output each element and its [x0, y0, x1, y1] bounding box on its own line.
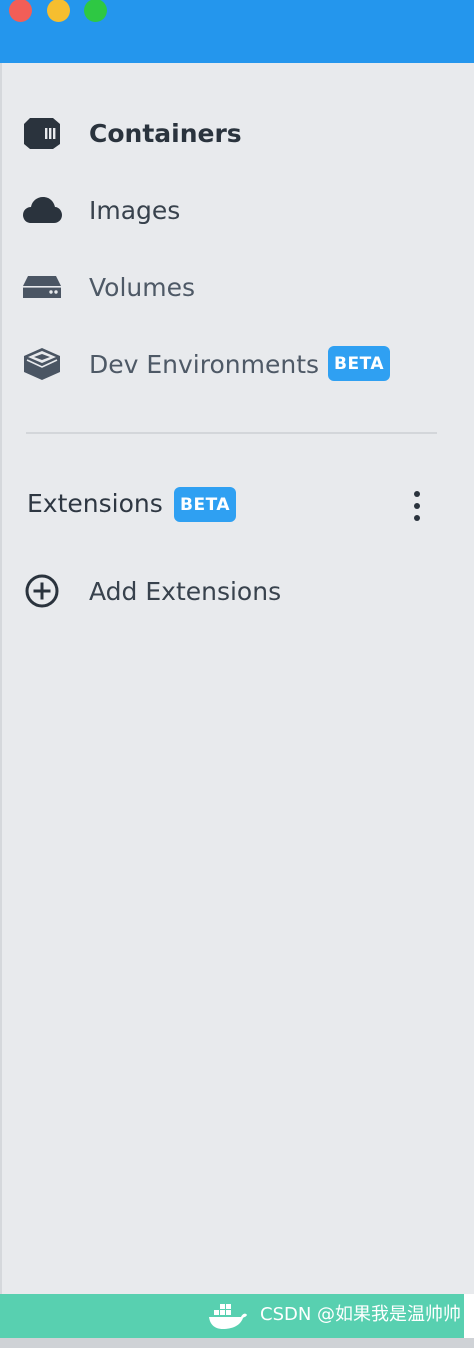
watermark-text: CSDN @如果我是温帅帅 [260, 1304, 462, 1325]
minimize-window-button[interactable] [47, 0, 70, 22]
window-bottom-edge [0, 1338, 474, 1348]
add-extensions-button[interactable]: Add Extensions [2, 561, 474, 621]
beta-badge: BETA [174, 487, 237, 522]
sidebar-item-label: Volumes [89, 272, 196, 302]
extensions-header: Extensions BETA [2, 475, 474, 535]
container-icon [22, 113, 62, 153]
divider [26, 432, 437, 434]
add-extensions-label: Add Extensions [89, 576, 282, 606]
volume-drive-icon [22, 267, 62, 307]
zoom-window-button[interactable] [84, 0, 107, 22]
cloud-icon [22, 190, 62, 230]
beta-badge: BETA [328, 346, 391, 381]
dev-environments-icon [22, 344, 62, 384]
plus-circle-icon [22, 571, 62, 611]
sidebar: Containers Images Volumes Dev Environmen… [0, 63, 474, 1294]
close-window-button[interactable] [9, 0, 32, 22]
sidebar-item-images[interactable]: Images [2, 180, 474, 240]
sidebar-item-volumes[interactable]: Volumes [2, 257, 474, 317]
sidebar-item-label: Containers [89, 118, 242, 148]
sidebar-item-label: Dev Environments [89, 349, 320, 379]
sidebar-item-label: Images [89, 195, 181, 225]
extensions-title: Extensions [27, 489, 163, 518]
docker-whale-icon [208, 1302, 248, 1330]
window-titlebar [0, 0, 474, 63]
sidebar-item-dev-environments[interactable]: Dev Environments BETA [2, 334, 474, 394]
sidebar-item-containers[interactable]: Containers [2, 103, 474, 163]
status-bar: CSDN @如果我是温帅帅 [0, 1294, 464, 1338]
kebab-menu-icon[interactable] [406, 491, 428, 521]
